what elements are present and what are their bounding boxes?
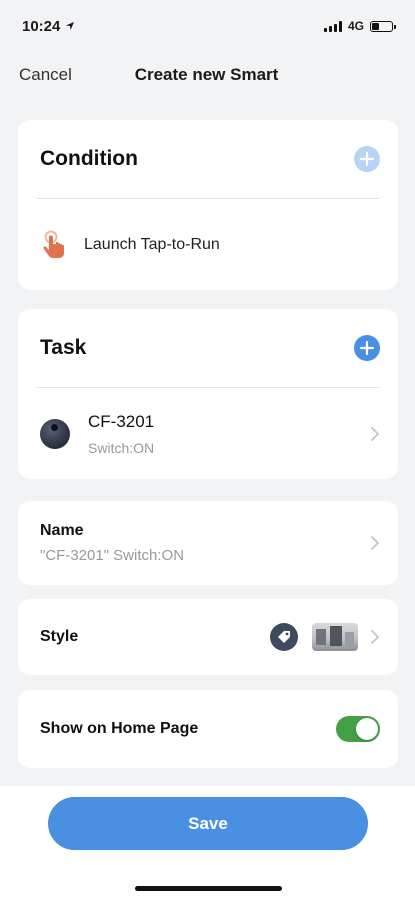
network-label: 4G: [347, 19, 364, 33]
status-bar: 10:24 4G: [0, 0, 415, 52]
condition-label: Launch Tap-to-Run: [84, 236, 220, 253]
cancel-button[interactable]: Cancel: [19, 65, 72, 85]
chevron-right-icon: [371, 427, 379, 441]
style-background-thumbnail: [312, 623, 358, 651]
show-on-home-text: Show on Home Page: [40, 720, 336, 738]
bottom-bar: Save: [0, 786, 415, 900]
device-icon: [40, 419, 70, 449]
location-arrow-icon: [66, 22, 75, 30]
toggle-knob: [356, 718, 378, 740]
plus-icon: [360, 152, 374, 166]
task-title: Task: [40, 336, 87, 359]
add-task-button[interactable]: [354, 335, 380, 361]
plus-icon: [360, 341, 374, 355]
task-header: Task: [18, 309, 398, 387]
add-condition-button[interactable]: [354, 146, 380, 172]
name-row-value: "CF-3201" Switch:ON: [40, 547, 185, 564]
save-button[interactable]: Save: [48, 797, 368, 850]
show-on-home-toggle[interactable]: [336, 716, 380, 742]
home-indicator: [135, 886, 282, 891]
condition-title: Condition: [40, 147, 138, 170]
condition-card: Condition Launch Tap-to-Run: [18, 120, 398, 290]
nav-bar: Create new Smart Cancel: [0, 52, 415, 98]
condition-header: Condition: [18, 120, 398, 198]
name-row-text: Name "CF-3201" Switch:ON: [40, 522, 370, 564]
battery-icon: [370, 20, 396, 32]
condition-item[interactable]: Launch Tap-to-Run: [18, 199, 398, 291]
show-on-home-title: Show on Home Page: [40, 720, 199, 737]
task-device-name: CF-3201: [88, 412, 155, 431]
task-card: Task CF-3201 Switch:ON: [18, 309, 398, 479]
chevron-right-icon: [371, 630, 379, 644]
status-time: 10:24: [22, 17, 61, 35]
tag-icon: [270, 623, 298, 651]
task-item[interactable]: CF-3201 Switch:ON: [18, 388, 398, 480]
style-row-title: Style: [40, 628, 79, 645]
name-row[interactable]: Name "CF-3201" Switch:ON: [18, 501, 398, 585]
style-row-text: Style: [40, 628, 270, 646]
status-left: 10:24: [22, 18, 75, 35]
chevron-right-icon: [371, 536, 379, 550]
style-row[interactable]: Style: [18, 599, 398, 675]
status-right: 4G: [323, 19, 396, 33]
show-on-home-row: Show on Home Page: [18, 690, 398, 768]
task-item-text: CF-3201 Switch:ON: [88, 412, 370, 456]
signal-icon: [323, 20, 342, 32]
name-row-title: Name: [40, 522, 84, 539]
tap-hand-icon: [43, 230, 64, 258]
task-device-action: Switch:ON: [88, 440, 155, 456]
